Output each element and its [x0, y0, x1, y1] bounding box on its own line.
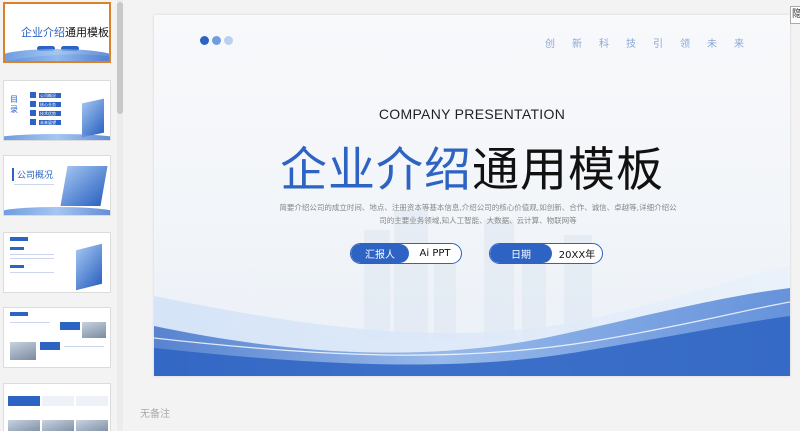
text-line — [10, 254, 54, 255]
dot-icon — [212, 36, 221, 45]
thumbnail-scrollbar[interactable] — [117, 0, 123, 431]
blue-wave-decoration — [154, 266, 790, 376]
decorative-dots — [200, 36, 233, 45]
toc-row: 核心业务 — [30, 101, 61, 107]
header-tag — [10, 312, 28, 316]
toc-row: 未来展望 — [30, 119, 61, 125]
label-box — [8, 396, 40, 406]
header-tag — [10, 237, 28, 241]
slide-thumbnail-3[interactable]: 公司概况 — [3, 155, 111, 216]
toc-row: 技术优势 — [30, 110, 61, 116]
label-tag — [10, 265, 24, 268]
thumb-wave — [5, 49, 109, 61]
photo-image — [10, 342, 36, 360]
slide-thumbnail-6[interactable] — [3, 383, 111, 431]
side-panel-toggle-button[interactable]: 隐 — [790, 6, 800, 24]
tagline-char: 创 — [545, 39, 555, 50]
section-title: 公司概况 — [12, 168, 53, 181]
subtitle-line — [14, 184, 54, 185]
label-box — [60, 322, 80, 330]
toc-row: 公司概况 — [30, 92, 61, 98]
company-subtitle[interactable]: COMPANY PRESENTATION — [154, 106, 790, 122]
scrollbar-thumb[interactable] — [117, 2, 123, 114]
photo-image — [76, 420, 108, 431]
building-image — [76, 243, 102, 291]
thumb-wave — [4, 134, 110, 140]
photo-image — [82, 322, 106, 338]
text-line — [64, 346, 104, 347]
photo-image — [42, 420, 74, 431]
slide-thumbnail-2[interactable]: 目录 公司概况 核心业务 技术优势 未来展望 — [3, 80, 111, 141]
presentation-editor: 企业介绍通用模板 目录 公司概况 核心业务 技术优势 未来展望 公司概况 创 新… — [0, 0, 800, 431]
label-box — [42, 396, 74, 406]
dot-icon — [200, 36, 209, 45]
thumb-title: 企业介绍通用模板 — [21, 26, 109, 39]
dot-icon — [224, 36, 233, 45]
current-slide[interactable]: 创 新 科 技 引 领 未 来 COMPANY PRESENTATION 企业介… — [154, 15, 790, 376]
notes-placeholder[interactable]: 无备注 — [140, 405, 170, 420]
slide-thumbnail-4[interactable] — [3, 232, 111, 293]
tagline-char: 技 — [626, 39, 636, 50]
slide-title[interactable]: 企业介绍通用模板 — [154, 131, 790, 200]
tagline-char: 科 — [599, 39, 609, 50]
title-dark-part: 通用模板 — [472, 143, 664, 198]
tagline: 创 新 科 技 引 领 未 来 — [545, 35, 744, 50]
text-line — [10, 258, 54, 259]
thumb-wave — [4, 207, 110, 215]
label-tag — [10, 247, 24, 250]
photo-image — [8, 420, 40, 431]
building-image — [60, 166, 108, 206]
tagline-char: 领 — [680, 39, 690, 50]
title-blue-part: 企业介绍 — [280, 143, 472, 198]
label-box — [76, 396, 108, 406]
text-line — [10, 272, 54, 273]
toc-label: 目录 — [10, 95, 18, 114]
slide-thumbnail-panel: 企业介绍通用模板 目录 公司概况 核心业务 技术优势 未来展望 公司概况 — [0, 0, 124, 431]
tagline-char: 新 — [572, 39, 582, 50]
building-image — [82, 98, 104, 138]
tagline-char: 未 — [707, 39, 717, 50]
tagline-char: 来 — [734, 39, 744, 50]
text-line — [10, 322, 50, 323]
slide-description[interactable]: 简要介绍公司的成立时间、地点、注册资本等基本信息,介绍公司的核心价值观,如创新、… — [278, 201, 678, 227]
slide-thumbnail-5[interactable] — [3, 307, 111, 368]
slide-thumbnail-1[interactable]: 企业介绍通用模板 — [3, 2, 111, 63]
tagline-char: 引 — [653, 39, 663, 50]
label-box — [40, 342, 60, 350]
